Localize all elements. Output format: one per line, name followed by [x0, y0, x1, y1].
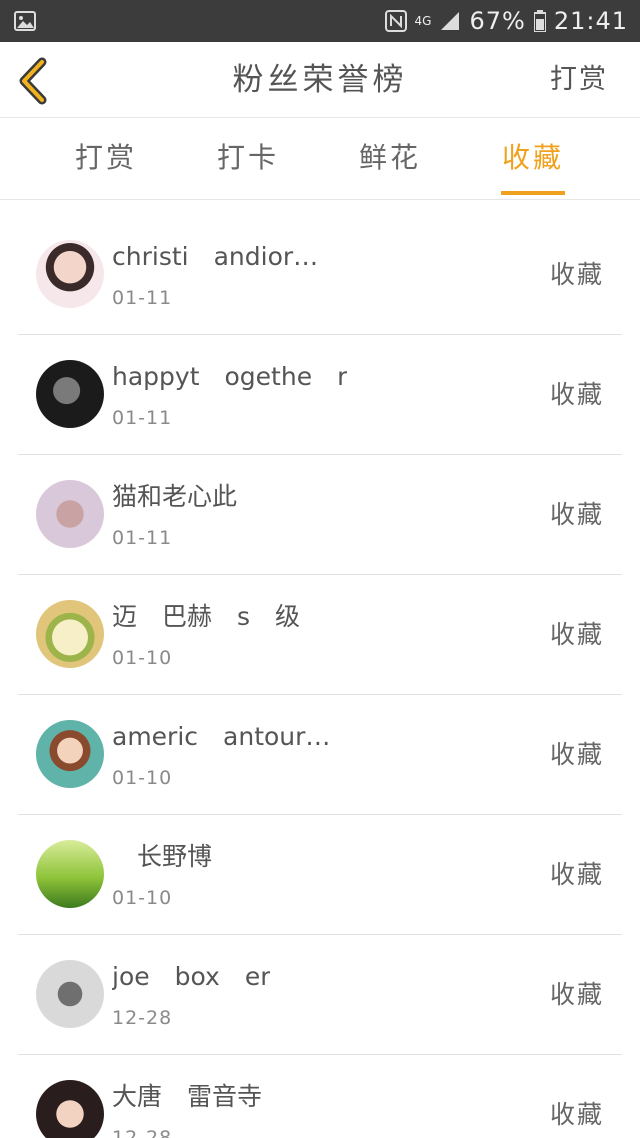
date: 01-10: [112, 767, 173, 789]
user-name: happyt ogethe r: [112, 362, 348, 391]
status-bar: 4G 67% 21:41: [0, 0, 640, 42]
date: 01-11: [112, 407, 173, 429]
avatar: [36, 480, 104, 548]
signal-icon: [441, 12, 460, 30]
date: 01-11: [112, 287, 173, 309]
tab-label: 收藏: [501, 141, 564, 174]
list-item[interactable]: 长野博 01-10 收藏: [18, 815, 622, 935]
action-type: 收藏: [549, 860, 604, 889]
date: 12-28: [112, 1127, 173, 1138]
user-name: 迈 巴赫 s 级: [112, 602, 301, 631]
tab-label: 打赏: [74, 141, 137, 174]
list-item[interactable]: 猫和老心此 01-11 收藏: [18, 455, 622, 575]
avatar: [36, 1080, 104, 1138]
list-item[interactable]: joe box er 12-28 收藏: [18, 935, 622, 1055]
list-item[interactable]: 大唐 雷音寺 12-28 收藏: [18, 1055, 622, 1138]
active-tab-indicator: [501, 191, 565, 195]
date: 01-10: [112, 647, 173, 669]
avatar: [36, 840, 104, 908]
app-header: 粉丝荣誉榜 打赏: [0, 42, 640, 118]
tab-label: 鲜花: [358, 141, 421, 174]
reward-button[interactable]: 打赏: [550, 42, 608, 118]
action-type: 收藏: [549, 260, 604, 289]
date: 01-10: [112, 887, 173, 909]
date: 01-11: [112, 527, 173, 549]
clock: 21:41: [553, 7, 628, 35]
avatar: [36, 240, 104, 308]
list-item[interactable]: happyt ogethe r 01-11 收藏: [18, 335, 622, 455]
avatar: [36, 600, 104, 668]
action-type: 收藏: [549, 980, 604, 1009]
avatar: [36, 960, 104, 1028]
gallery-icon: [14, 11, 36, 31]
action-type: 收藏: [549, 500, 604, 529]
avatar: [36, 720, 104, 788]
user-name: 大唐 雷音寺: [112, 1082, 288, 1111]
action-type: 收藏: [549, 620, 604, 649]
user-name: americ antour…: [112, 722, 331, 751]
date: 12-28: [112, 1007, 173, 1029]
action-type: 收藏: [549, 740, 604, 769]
tab-checkin[interactable]: 打卡: [188, 118, 308, 200]
action-type: 收藏: [549, 380, 604, 409]
list-item[interactable]: christi andior… 01-11 收藏: [18, 215, 622, 335]
avatar: [36, 360, 104, 428]
user-name: christi andior…: [112, 242, 319, 271]
battery-percent: 67%: [469, 7, 526, 35]
battery-icon: [533, 10, 546, 32]
network-type: 4G: [414, 14, 432, 28]
action-type: 收藏: [549, 1100, 604, 1129]
tab-reward[interactable]: 打赏: [46, 118, 166, 200]
fan-list: christi andior… 01-11 收藏 happyt ogethe r…: [18, 215, 622, 1138]
tab-label: 打卡: [216, 141, 279, 174]
tab-favorites[interactable]: 收藏: [473, 118, 593, 200]
tab-flowers[interactable]: 鲜花: [330, 118, 450, 200]
user-name: 猫和老心此: [112, 482, 238, 511]
nfc-icon: [384, 10, 407, 32]
user-name: joe box er: [112, 962, 271, 991]
user-name: 长野博: [112, 842, 238, 871]
list-item[interactable]: 迈 巴赫 s 级 01-10 收藏: [18, 575, 622, 695]
page-title: 粉丝荣誉榜: [232, 62, 408, 98]
list-item[interactable]: americ antour… 01-10 收藏: [18, 695, 622, 815]
tab-bar: 打赏 打卡 鲜花 收藏: [0, 118, 640, 200]
